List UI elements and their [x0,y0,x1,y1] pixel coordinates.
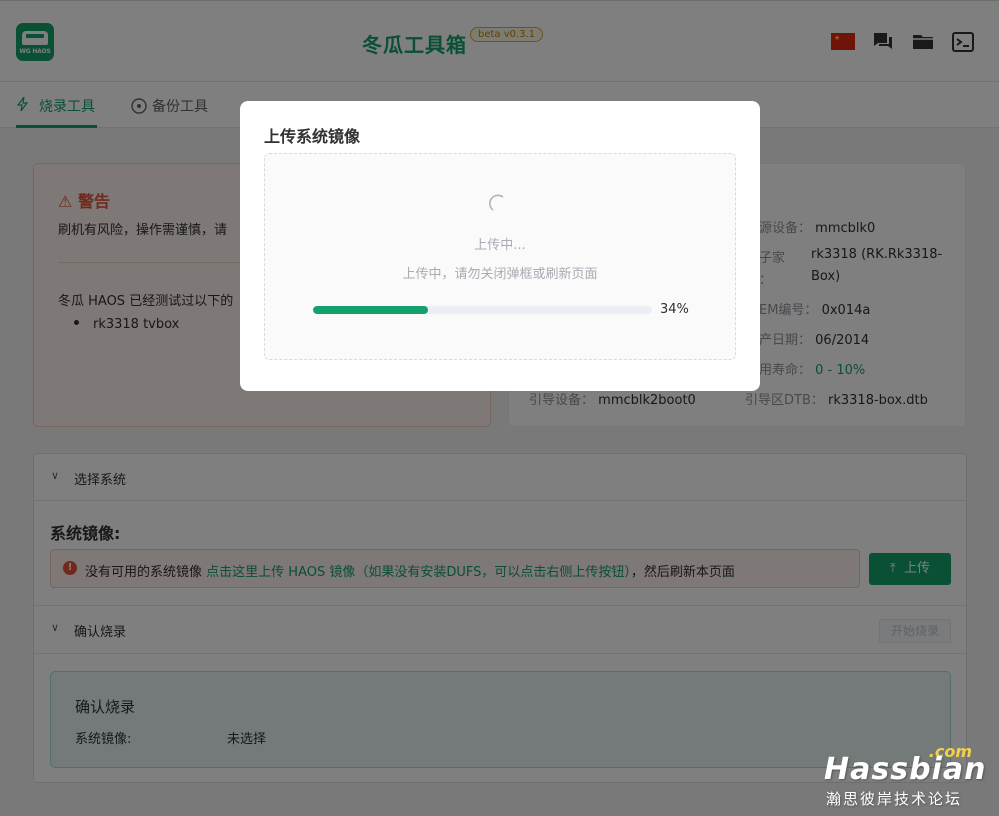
hassbian-watermark: .com Hassbian 瀚思彼岸技术论坛 [822,742,992,812]
progress-fill [313,306,429,314]
loading-spinner-icon [489,194,509,214]
watermark-brand: Hassbian [824,752,987,787]
upload-progress-bar [313,306,652,314]
watermark-sub: 瀚思彼岸技术论坛 [826,790,963,808]
progress-percent: 34% [660,302,689,317]
upload-modal: 上传系统镜像 上传中... 上传中，请勿关闭弹框或刷新页面 34% [240,101,760,391]
upload-status: 上传中... [474,238,526,253]
upload-hint: 上传中，请勿关闭弹框或刷新页面 [402,267,598,282]
modal-title: 上传系统镜像 [264,127,361,146]
upload-dropzone: 上传中... 上传中，请勿关闭弹框或刷新页面 34% [264,153,736,360]
